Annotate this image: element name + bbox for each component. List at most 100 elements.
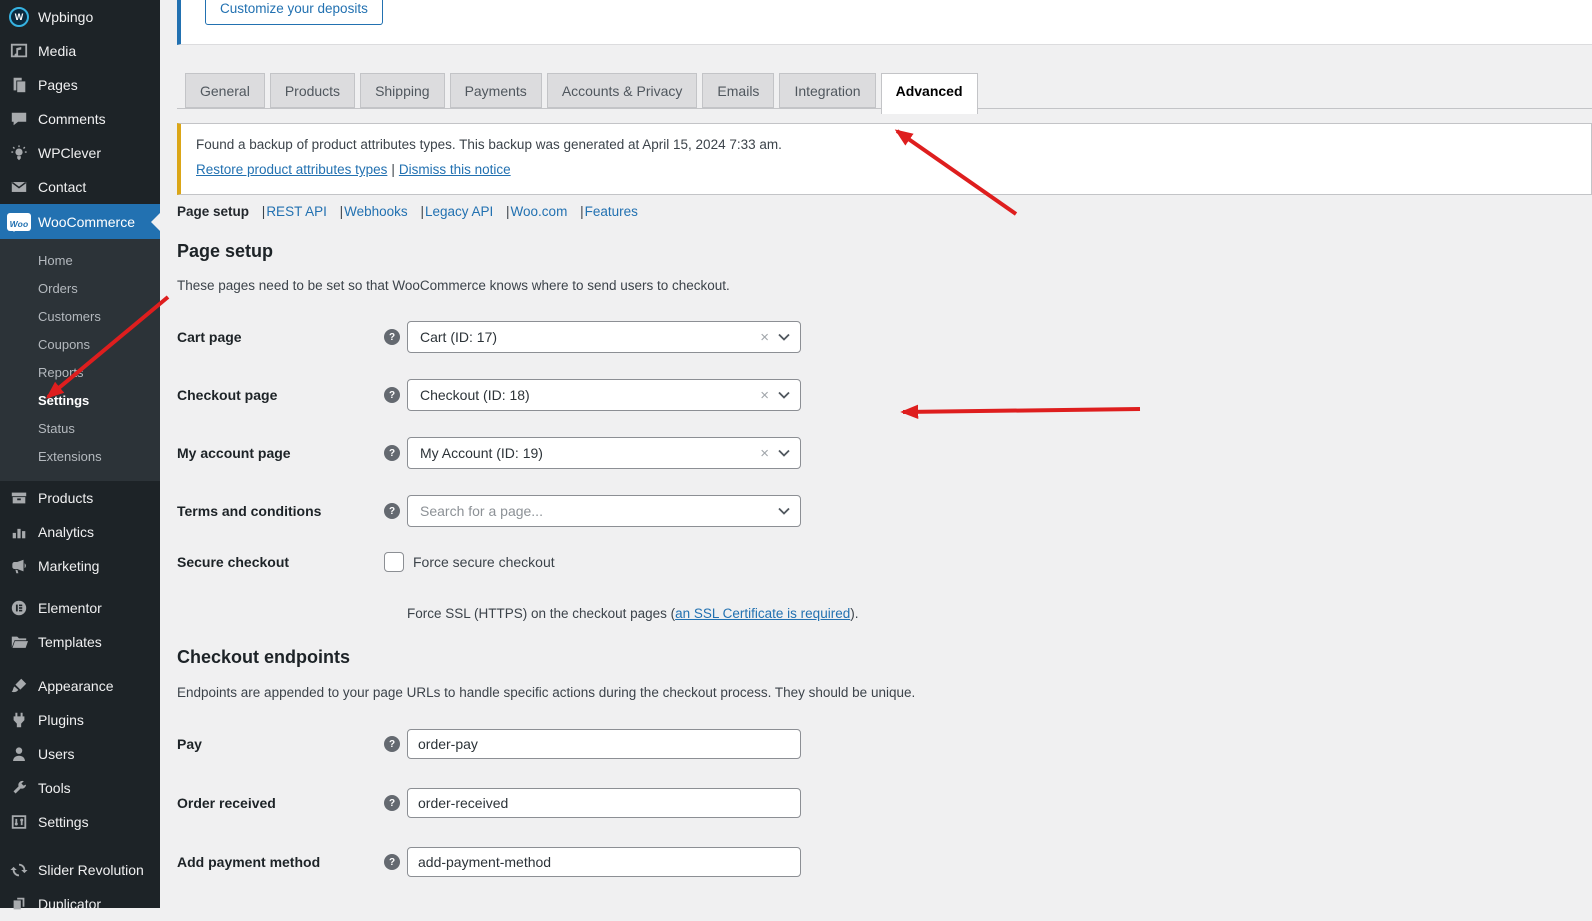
sidebar-item-label: Templates: [38, 634, 102, 650]
subnav-link-rest-api[interactable]: REST API: [266, 204, 327, 219]
ssl-certificate-link[interactable]: an SSL Certificate is required: [675, 606, 850, 621]
help-icon[interactable]: ?: [384, 503, 400, 519]
submenu-item-orders[interactable]: Orders: [0, 275, 160, 303]
chevron-down-icon: [778, 507, 790, 515]
users-icon: [9, 744, 29, 764]
slider-revolution-icon: [9, 860, 29, 880]
help-icon[interactable]: ?: [384, 387, 400, 403]
sidebar-item-slider-revolution[interactable]: Slider Revolution: [0, 853, 160, 887]
plugins-icon: [9, 710, 29, 730]
help-icon[interactable]: ?: [384, 329, 400, 345]
order-received-endpoint-input[interactable]: [407, 788, 801, 818]
notice-separator: |: [391, 162, 395, 177]
subnav-link-legacy-api[interactable]: Legacy API: [425, 204, 493, 219]
sidebar-item-wpclever[interactable]: WPClever: [0, 136, 160, 170]
help-icon[interactable]: ?: [384, 445, 400, 461]
my-account-page-select[interactable]: My Account (ID: 19) ×: [407, 437, 801, 469]
sidebar-item-contact[interactable]: Contact: [0, 170, 160, 204]
sidebar-item-pages[interactable]: Pages: [0, 68, 160, 102]
sidebar-item-elementor[interactable]: Elementor: [0, 591, 160, 625]
submenu-item-reports[interactable]: Reports: [0, 359, 160, 387]
subnav-separator: |: [262, 204, 266, 219]
comments-icon: [9, 109, 29, 129]
sidebar-item-users[interactable]: Users: [0, 737, 160, 771]
sidebar-item-duplicator[interactable]: Duplicator: [0, 887, 160, 921]
page-setup-heading: Page setup: [177, 241, 273, 262]
help-icon[interactable]: ?: [384, 854, 400, 870]
restore-attributes-link[interactable]: Restore product attributes types: [196, 162, 387, 177]
sidebar-item-label: Comments: [38, 111, 106, 127]
form-row-add-payment-method: Add payment method ?: [177, 847, 801, 877]
analytics-icon: [9, 522, 29, 542]
add-payment-method-endpoint-input[interactable]: [407, 847, 801, 877]
sidebar-item-products[interactable]: Products: [0, 481, 160, 515]
sidebar-item-label: WooCommerce: [38, 214, 135, 230]
terms-page-select[interactable]: Search for a page...: [407, 495, 801, 527]
clear-icon[interactable]: ×: [760, 330, 769, 345]
sidebar-item-tools[interactable]: Tools: [0, 771, 160, 805]
woocommerce-icon: Woo: [9, 212, 29, 232]
form-row-cart-page: Cart page ? Cart (ID: 17) ×: [177, 321, 801, 353]
tab-general[interactable]: General: [185, 73, 265, 108]
sidebar-item-label: Plugins: [38, 712, 84, 728]
sidebar-item-plugins[interactable]: Plugins: [0, 703, 160, 737]
checkout-endpoints-heading: Checkout endpoints: [177, 647, 350, 668]
submenu-item-customers[interactable]: Customers: [0, 303, 160, 331]
sidebar-item-label: Wpbingo: [38, 9, 93, 25]
field-label: Secure checkout: [177, 554, 384, 570]
submenu-item-coupons[interactable]: Coupons: [0, 331, 160, 359]
field-label: Checkout page: [177, 387, 384, 403]
submenu-item-extensions[interactable]: Extensions: [0, 443, 160, 471]
customize-deposits-button[interactable]: Customize your deposits: [205, 0, 383, 25]
submenu-item-settings[interactable]: Settings: [0, 387, 160, 415]
sidebar-item-label: Elementor: [38, 600, 102, 616]
clear-icon[interactable]: ×: [760, 388, 769, 403]
field-label: My account page: [177, 445, 384, 461]
select-value: Cart (ID: 17): [420, 329, 760, 345]
tools-wrench-icon: [9, 778, 29, 798]
sidebar-item-analytics[interactable]: Analytics: [0, 515, 160, 549]
sidebar-item-templates[interactable]: Templates: [0, 625, 160, 659]
sidebar-item-label: Pages: [38, 77, 78, 93]
sidebar-item-media[interactable]: Media: [0, 34, 160, 68]
sidebar-item-label: Appearance: [38, 678, 114, 694]
chevron-down-icon: [778, 333, 790, 341]
dismiss-notice-link[interactable]: Dismiss this notice: [399, 162, 511, 177]
sidebar-item-appearance[interactable]: Appearance: [0, 669, 160, 703]
tab-shipping[interactable]: Shipping: [360, 73, 445, 108]
submenu-item-home[interactable]: Home: [0, 247, 160, 275]
sidebar-item-settings[interactable]: Settings: [0, 805, 160, 839]
checkout-page-select[interactable]: Checkout (ID: 18) ×: [407, 379, 801, 411]
help-icon[interactable]: ?: [384, 795, 400, 811]
tab-accounts-privacy[interactable]: Accounts & Privacy: [547, 73, 698, 108]
sidebar-item-woocommerce[interactable]: Woo WooCommerce: [0, 204, 160, 239]
help-icon[interactable]: ?: [384, 736, 400, 752]
sidebar-item-comments[interactable]: Comments: [0, 102, 160, 136]
tab-products[interactable]: Products: [270, 73, 355, 108]
subnav-link-webhooks[interactable]: Webhooks: [344, 204, 408, 219]
appearance-brush-icon: [9, 676, 29, 696]
sidebar-item-label: Contact: [38, 179, 86, 195]
subnav-current-page-setup: Page setup: [177, 204, 249, 219]
sidebar-item-wpbingo[interactable]: W Wpbingo: [0, 0, 160, 34]
tab-integration[interactable]: Integration: [779, 73, 875, 108]
cart-page-select[interactable]: Cart (ID: 17) ×: [407, 321, 801, 353]
wpbingo-logo-icon: W: [9, 7, 29, 27]
chevron-down-icon: [778, 449, 790, 457]
submenu-item-status[interactable]: Status: [0, 415, 160, 443]
field-label: Pay: [177, 736, 384, 752]
pay-endpoint-input[interactable]: [407, 729, 801, 759]
clear-icon[interactable]: ×: [760, 446, 769, 461]
subnav-link-woo-com[interactable]: Woo.com: [511, 204, 568, 219]
subnav-link-features[interactable]: Features: [585, 204, 638, 219]
wpclever-icon: [9, 143, 29, 163]
admin-sidebar: W Wpbingo Media Pages Comments WPClever …: [0, 0, 160, 908]
advanced-subnav: Page setup |REST API |Webhooks |Legacy A…: [177, 204, 638, 219]
tab-emails[interactable]: Emails: [702, 73, 774, 108]
sidebar-item-marketing[interactable]: Marketing: [0, 549, 160, 583]
tab-payments[interactable]: Payments: [450, 73, 542, 108]
tab-advanced[interactable]: Advanced: [881, 73, 978, 114]
select-value: My Account (ID: 19): [420, 445, 760, 461]
select-value: Checkout (ID: 18): [420, 387, 760, 403]
force-secure-checkout-checkbox[interactable]: [384, 552, 404, 572]
